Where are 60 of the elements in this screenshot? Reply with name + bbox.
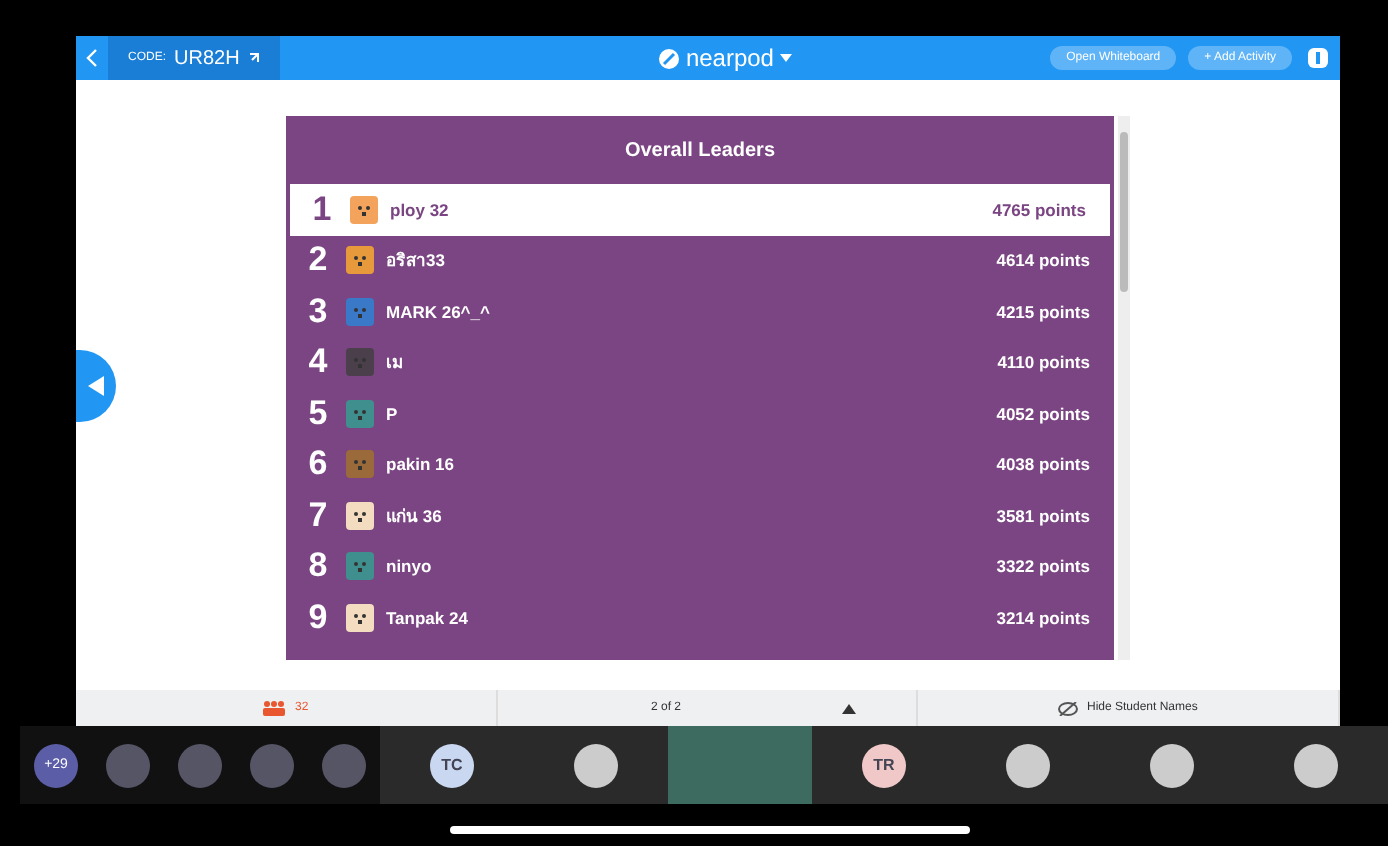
rank-number: 6 xyxy=(306,444,330,485)
back-icon[interactable] xyxy=(86,48,98,68)
initials-avatar: TR xyxy=(862,743,906,787)
participant-avatar xyxy=(178,743,222,787)
external-link-icon[interactable] xyxy=(247,52,260,64)
participant-avatar xyxy=(250,743,294,787)
participant-avatar xyxy=(1150,743,1194,787)
rank-number: 9 xyxy=(306,597,330,638)
dropdown-icon[interactable] xyxy=(779,54,792,62)
student-name: เม xyxy=(386,350,406,377)
leaderboard-row[interactable]: 2 อริสา33 4614 points xyxy=(286,235,1114,286)
initials-avatar: TC xyxy=(430,743,474,787)
rank-number: 1 xyxy=(310,189,334,230)
rank-number: 2 xyxy=(306,240,330,281)
student-name: pakin 16 xyxy=(386,454,457,475)
leaderboard-row[interactable]: 6 pakin 16 4038 points xyxy=(286,439,1114,490)
leaderboard-row[interactable]: 5 P 4052 points xyxy=(286,388,1114,439)
leaderboard-row[interactable]: 8 ninyo 3322 points xyxy=(286,541,1114,592)
points-value: 3322 points xyxy=(996,556,1090,577)
participant-avatar xyxy=(574,743,618,787)
leaderboard-title: Overall Leaders xyxy=(622,137,778,165)
points-value: 4038 points xyxy=(996,454,1090,475)
rank-number: 3 xyxy=(306,291,330,332)
points-value: 4765 points xyxy=(992,199,1086,220)
logo-text: nearpod xyxy=(685,44,774,72)
points-value: 4215 points xyxy=(996,301,1090,322)
leaderboard-row[interactable]: 3 MARK 26^_^ 4215 points xyxy=(286,286,1114,337)
students-icon xyxy=(262,700,287,716)
rank-number: 5 xyxy=(306,393,330,434)
join-code: UR82H xyxy=(174,47,240,69)
leaderboard-row[interactable]: 7 แก่น 36 3581 points xyxy=(286,490,1114,541)
student-name: ninyo xyxy=(386,556,434,577)
student-name: อริสา33 xyxy=(386,248,447,275)
previous-button[interactable] xyxy=(76,350,116,422)
points-value: 3581 points xyxy=(996,505,1090,526)
scrollbar-thumb[interactable] xyxy=(1120,132,1128,292)
video-placeholder xyxy=(668,726,812,804)
student-name: ploy 32 xyxy=(390,199,451,220)
rank-number: 8 xyxy=(306,546,330,587)
hidden-eye-icon[interactable] xyxy=(1058,701,1079,715)
rank-number: 4 xyxy=(306,342,330,383)
up-arrow-icon[interactable] xyxy=(842,703,857,713)
student-name: Tanpak 24 xyxy=(386,607,470,628)
logo-icon xyxy=(657,47,680,69)
points-value: 3214 points xyxy=(996,607,1090,628)
rank-number: 7 xyxy=(306,495,330,536)
student-name: MARK 26^_^ xyxy=(386,301,492,322)
student-name: P xyxy=(386,403,400,424)
leaderboard-row[interactable]: 4 เม 4110 points xyxy=(286,337,1114,388)
participant-avatar xyxy=(1006,743,1050,787)
participant-avatar xyxy=(1294,743,1338,787)
points-value: 4110 points xyxy=(997,352,1090,373)
points-value: 4052 points xyxy=(996,403,1090,424)
student-name: แก่น 36 xyxy=(386,503,444,530)
leaderboard-row[interactable]: 1 ploy 32 4765 points xyxy=(290,184,1110,235)
points-value: 4614 points xyxy=(996,250,1090,271)
back-icon xyxy=(88,376,104,396)
participant-avatar xyxy=(322,743,366,787)
participant-avatar xyxy=(106,743,150,787)
leaderboard-row[interactable]: 9 Tanpak 24 3214 points xyxy=(286,592,1114,643)
